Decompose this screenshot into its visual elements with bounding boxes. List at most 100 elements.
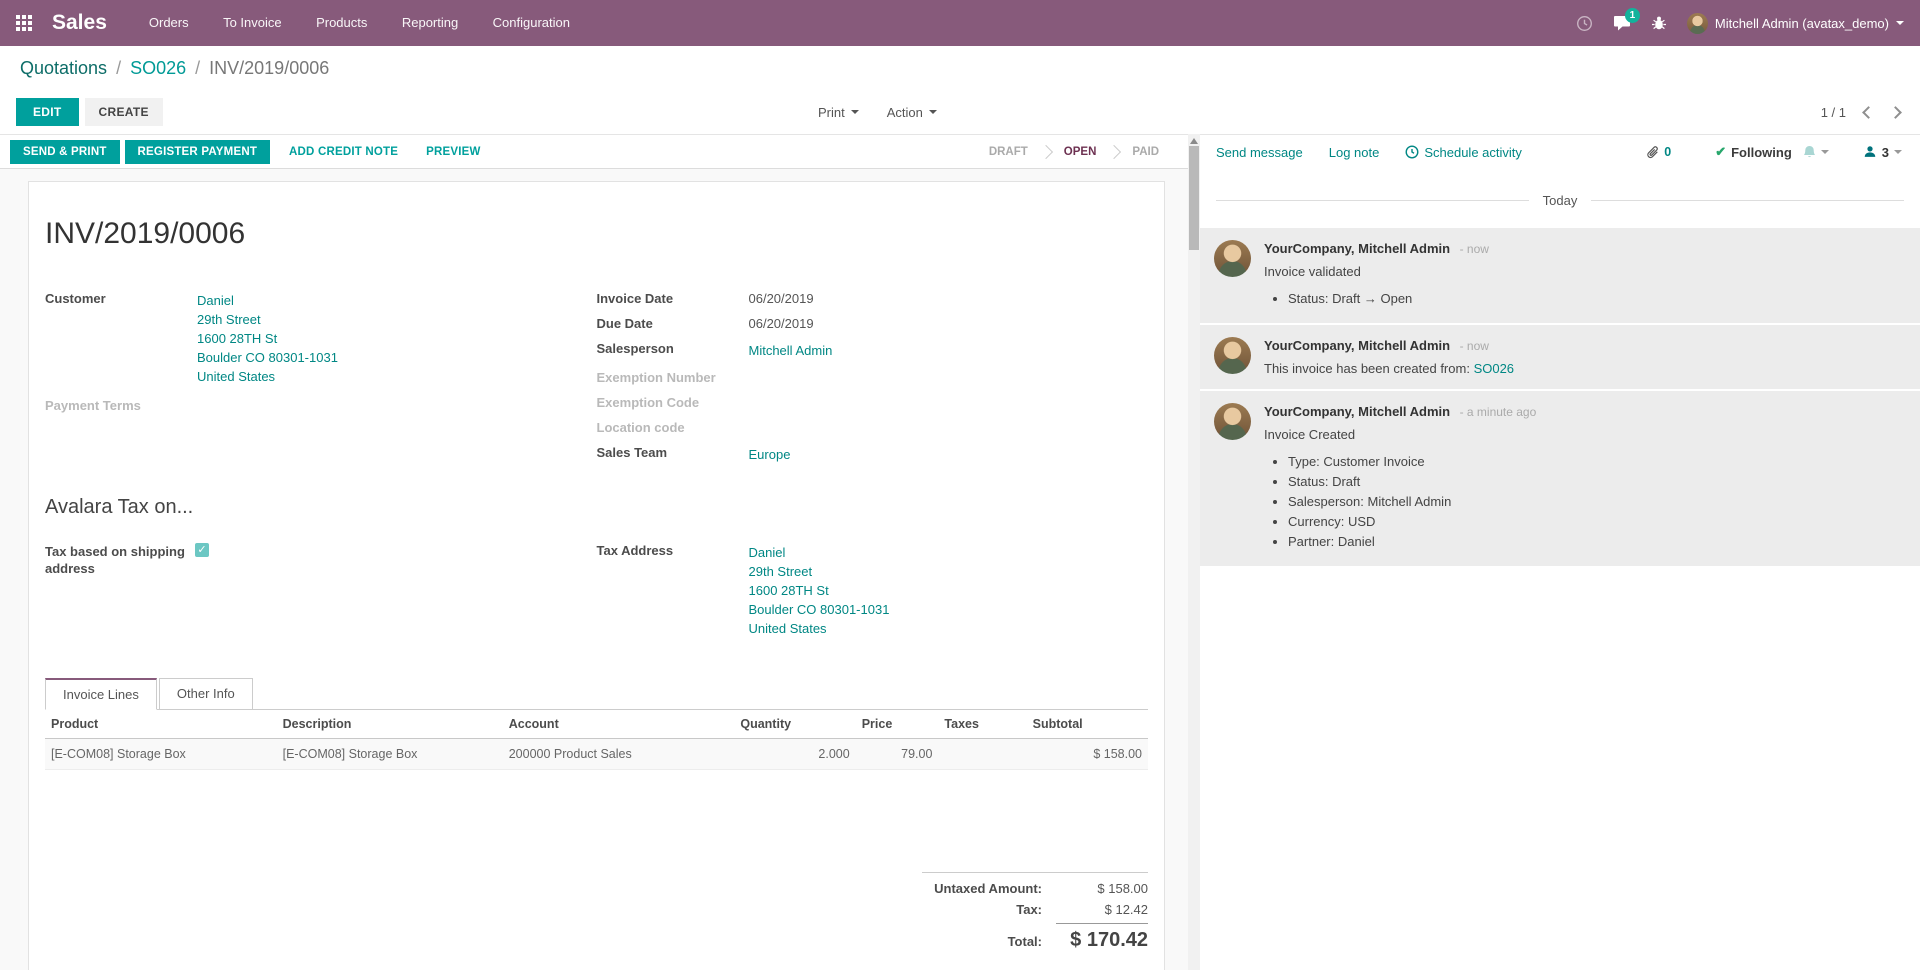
notebook-tabs: Invoice Lines Other Info	[45, 678, 1148, 710]
print-dropdown[interactable]: Print	[818, 105, 859, 120]
invoice-line-row[interactable]: [E-COM08] Storage Box [E-COM08] Storage …	[45, 739, 1148, 770]
vertical-scrollbar[interactable]	[1188, 134, 1200, 970]
log-note-button[interactable]: Log note	[1329, 145, 1380, 160]
customer-country-link[interactable]: United States	[197, 367, 338, 386]
tax-address-country-link[interactable]: United States	[749, 619, 890, 638]
menu-to-invoice[interactable]: To Invoice	[223, 15, 282, 30]
untaxed-amount-value: $ 158.00	[1056, 881, 1148, 896]
cell-taxes	[938, 739, 1026, 770]
chatter-toolbar: Send message Log note Schedule activity …	[1200, 134, 1920, 169]
message-body: This invoice has been created from: SO02…	[1264, 361, 1904, 376]
payment-terms-label: Payment Terms	[45, 398, 197, 413]
message-time: - a minute ago	[1460, 405, 1537, 419]
col-header-subtotal: Subtotal	[1027, 710, 1148, 739]
statusbar: SEND & PRINT REGISTER PAYMENT ADD CREDIT…	[0, 134, 1188, 169]
schedule-activity-button[interactable]: Schedule activity	[1405, 145, 1522, 160]
followers-button[interactable]: 3	[1863, 145, 1902, 160]
send-message-button[interactable]: Send message	[1216, 145, 1303, 160]
scrollbar-thumb[interactable]	[1189, 146, 1199, 250]
cell-quantity: 2.000	[734, 739, 855, 770]
customer-link[interactable]: Daniel	[197, 291, 338, 310]
state-draft[interactable]: DRAFT	[976, 146, 1041, 158]
user-name: Mitchell Admin (avatax_demo)	[1715, 16, 1889, 31]
avatar	[1214, 403, 1251, 440]
tab-invoice-lines[interactable]: Invoice Lines	[45, 678, 157, 710]
due-date-value[interactable]: 06/20/2019	[749, 316, 814, 331]
menu-products[interactable]: Products	[316, 15, 367, 30]
tax-address-street-link[interactable]: 29th Street	[749, 562, 890, 581]
add-credit-note-button[interactable]: ADD CREDIT NOTE	[289, 146, 398, 158]
menu-reporting[interactable]: Reporting	[402, 15, 458, 30]
activities-icon[interactable]	[1576, 15, 1593, 32]
invoice-number-title: INV/2019/0006	[45, 217, 1148, 251]
edit-button[interactable]: EDIT	[16, 98, 79, 126]
source-document-link[interactable]: SO026	[1474, 361, 1514, 376]
tax-shipping-checkbox[interactable]: ✓	[195, 543, 209, 557]
debug-bug-icon[interactable]	[1651, 15, 1667, 31]
customer-street2-link[interactable]: 1600 28TH St	[197, 329, 338, 348]
state-paid[interactable]: PAID	[1119, 146, 1172, 158]
messages-icon[interactable]: 1	[1613, 15, 1631, 31]
state-open[interactable]: OPEN	[1051, 146, 1110, 158]
tab-other-info[interactable]: Other Info	[159, 678, 253, 710]
bell-icon	[1802, 145, 1817, 160]
customer-city-link[interactable]: Boulder CO 80301-1031	[197, 348, 338, 367]
salesperson-label: Salesperson	[597, 341, 749, 360]
chevron-down-icon	[1821, 150, 1829, 154]
message-body: Invoice validated	[1264, 264, 1904, 279]
cell-product: [E-COM08] Storage Box	[45, 739, 277, 770]
avalara-section-heading: Avalara Tax on...	[45, 496, 1148, 519]
tax-label: Tax:	[1016, 902, 1042, 917]
paperclip-icon	[1646, 145, 1660, 160]
attachments-button[interactable]: 0	[1646, 145, 1671, 160]
message-time: - now	[1460, 339, 1489, 353]
pager-previous-icon[interactable]	[1862, 106, 1875, 119]
user-menu[interactable]: Mitchell Admin (avatax_demo)	[1687, 13, 1904, 34]
preview-button[interactable]: PREVIEW	[426, 146, 480, 158]
action-dropdown[interactable]: Action	[887, 105, 937, 120]
tax-address-name-link[interactable]: Daniel	[749, 543, 890, 562]
tax-address-street2-link[interactable]: 1600 28TH St	[749, 581, 890, 600]
chatter-message: YourCompany, Mitchell Admin - now This i…	[1200, 325, 1920, 391]
breadcrumb-quotations[interactable]: Quotations	[20, 58, 107, 79]
message-author[interactable]: YourCompany, Mitchell Admin	[1264, 338, 1450, 353]
send-print-button[interactable]: SEND & PRINT	[10, 140, 120, 164]
tax-address-city-link[interactable]: Boulder CO 80301-1031	[749, 600, 890, 619]
chatter-message: YourCompany, Mitchell Admin - now Invoic…	[1200, 228, 1920, 325]
breadcrumb-so026[interactable]: SO026	[130, 58, 186, 79]
breadcrumb-separator: /	[195, 58, 200, 79]
scroll-up-icon[interactable]	[1190, 138, 1198, 144]
register-payment-button[interactable]: REGISTER PAYMENT	[125, 140, 271, 164]
customer-address: Daniel 29th Street 1600 28TH St Boulder …	[197, 291, 338, 386]
message-author[interactable]: YourCompany, Mitchell Admin	[1264, 241, 1450, 256]
col-header-quantity: Quantity	[734, 710, 855, 739]
col-header-description: Description	[277, 710, 503, 739]
col-header-product: Product	[45, 710, 277, 739]
app-title[interactable]: Sales	[52, 11, 107, 35]
message-author[interactable]: YourCompany, Mitchell Admin	[1264, 404, 1450, 419]
menu-configuration[interactable]: Configuration	[493, 15, 570, 30]
invoice-date-label: Invoice Date	[597, 291, 749, 306]
chevron-down-icon	[1894, 150, 1902, 154]
chevron-down-icon	[1896, 21, 1904, 25]
col-header-price: Price	[856, 710, 939, 739]
apps-menu-icon[interactable]	[16, 15, 32, 31]
person-icon	[1863, 145, 1877, 159]
invoice-date-value[interactable]: 06/20/2019	[749, 291, 814, 306]
chevron-down-icon	[929, 110, 937, 114]
message-tracking-values: Status: Draft → Open	[1288, 289, 1904, 308]
chatter-panel: Send message Log note Schedule activity …	[1200, 134, 1920, 970]
following-toggle[interactable]: ✔ Following	[1715, 144, 1792, 160]
form-view: INV/2019/0006 Customer Daniel 29th Stree…	[0, 169, 1188, 970]
invoice-lines-table: Product Description Account Quantity Pri…	[45, 710, 1148, 770]
pager-next-icon[interactable]	[1889, 106, 1902, 119]
message-count-badge: 1	[1625, 8, 1640, 23]
create-button[interactable]: CREATE	[85, 98, 163, 126]
customer-street-link[interactable]: 29th Street	[197, 310, 338, 329]
salesperson-link[interactable]: Mitchell Admin	[749, 341, 833, 360]
chevron-down-icon	[851, 110, 859, 114]
menu-orders[interactable]: Orders	[149, 15, 189, 30]
chatter-message: YourCompany, Mitchell Admin - a minute a…	[1200, 391, 1920, 568]
subscription-bell-button[interactable]	[1802, 145, 1829, 160]
sales-team-link[interactable]: Europe	[749, 445, 791, 464]
